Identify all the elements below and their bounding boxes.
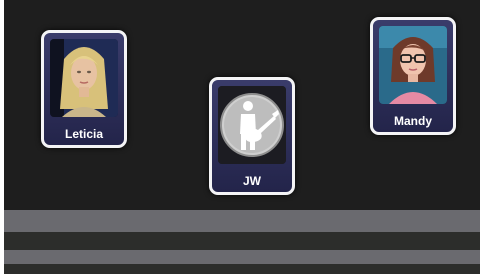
floor-stripe xyxy=(4,232,480,250)
profile-card-leticia[interactable]: Leticia xyxy=(41,30,127,148)
floor-stripe xyxy=(4,264,480,274)
blonde-woman-avatar xyxy=(50,39,118,117)
profile-card-jw[interactable]: JW xyxy=(209,77,295,195)
profile-name-jw: JW xyxy=(243,174,261,188)
floor-stripe xyxy=(4,250,480,264)
floor-stripe xyxy=(4,210,480,232)
jw-avatar xyxy=(218,86,286,164)
woman-with-glasses-avatar xyxy=(379,26,447,104)
profile-selection-screen: Leticia JW Mandy xyxy=(4,0,480,274)
profile-name-leticia: Leticia xyxy=(64,127,103,141)
mandy-avatar xyxy=(379,26,447,104)
profile-card-mandy[interactable]: Mandy xyxy=(370,17,456,135)
profile-name-mandy: Mandy xyxy=(393,114,432,128)
guitarist-silhouette-icon xyxy=(218,86,286,164)
leticia-avatar xyxy=(50,39,118,117)
